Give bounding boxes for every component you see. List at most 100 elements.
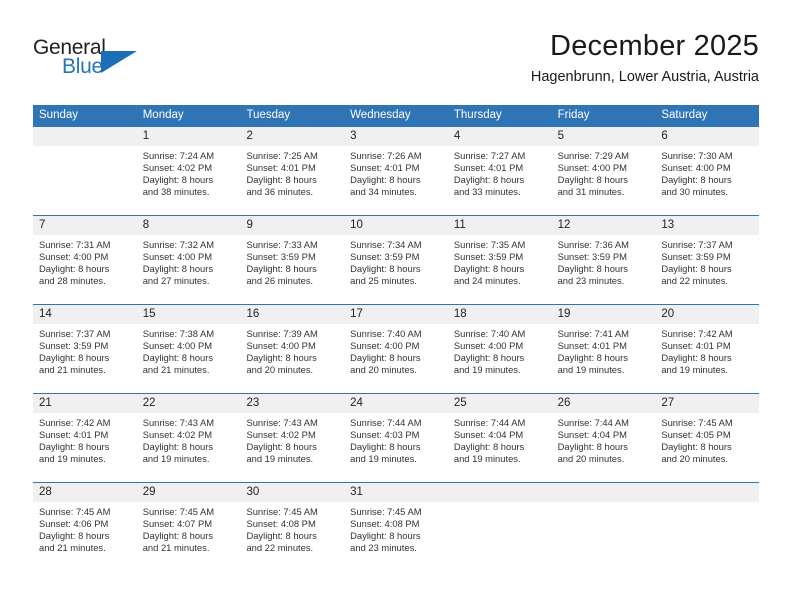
day-number: 25 bbox=[447, 394, 552, 413]
day-number bbox=[33, 127, 137, 146]
day-detail-line: and 19 minutes. bbox=[142, 452, 210, 464]
day-detail-line: Daylight: 8 hours bbox=[246, 529, 317, 541]
day-detail-line: Sunset: 4:03 PM bbox=[350, 428, 420, 440]
general-blue-logo[interactable]: General Blue bbox=[33, 36, 163, 86]
day-number: 14 bbox=[33, 305, 137, 324]
day-detail-line: and 19 minutes. bbox=[557, 363, 625, 375]
weekday-header-row: Sunday Monday Tuesday Wednesday Thursday Frid… bbox=[33, 105, 759, 126]
day-detail-line: and 20 minutes. bbox=[246, 363, 314, 375]
day-details: Sunrise: 7:36 AM Sunset: 3:59 PM Daylight:… bbox=[552, 235, 656, 287]
day-cell[interactable]: 11 Sunrise: 7:35 AM Sunset: 3:59 PM Dayligh… bbox=[447, 216, 552, 304]
day-detail-line: Sunset: 4:00 PM bbox=[453, 339, 524, 351]
day-cell[interactable]: 10 Sunrise: 7:34 AM Sunset: 3:59 PM Dayligh… bbox=[344, 216, 448, 304]
day-detail-line: and 36 minutes. bbox=[246, 185, 314, 197]
day-detail-line: and 28 minutes. bbox=[39, 274, 106, 286]
calendar-weeks: 1 Sunrise: 7:24 AM Sunset: 4:02 PM Daylight… bbox=[33, 126, 760, 571]
day-detail-line: Daylight: 8 hours bbox=[142, 529, 214, 541]
day-detail-line: Daylight: 8 hours bbox=[39, 529, 110, 541]
day-detail-line: Sunrise: 7:42 AM bbox=[661, 328, 733, 339]
day-details bbox=[33, 146, 137, 150]
day-detail-line: Sunrise: 7:29 AM bbox=[557, 150, 629, 161]
day-cell[interactable]: 26 Sunrise: 7:44 AM Sunset: 4:04 PM Dayligh… bbox=[551, 394, 656, 482]
day-number: 15 bbox=[136, 305, 241, 324]
day-detail-line: Sunrise: 7:45 AM bbox=[350, 506, 422, 517]
day-cell[interactable]: 6 Sunrise: 7:30 AM Sunset: 4:00 PM Daylight… bbox=[655, 127, 760, 215]
day-cell[interactable]: 25 Sunrise: 7:44 AM Sunset: 4:04 PM Dayligh… bbox=[447, 394, 552, 482]
day-detail-line: Daylight: 8 hours bbox=[453, 262, 525, 274]
day-detail-line: and 19 minutes. bbox=[39, 452, 106, 464]
day-cell[interactable]: 2 Sunrise: 7:25 AM Sunset: 4:01 PM Daylight… bbox=[240, 127, 345, 215]
day-detail-line: Sunset: 4:08 PM bbox=[350, 517, 420, 529]
day-cell[interactable]: 14 Sunrise: 7:37 AM Sunset: 3:59 PM Dayligh… bbox=[33, 305, 137, 393]
day-cell[interactable]: 22 Sunrise: 7:43 AM Sunset: 4:02 PM Dayligh… bbox=[136, 394, 241, 482]
day-cell[interactable]: 27 Sunrise: 7:45 AM Sunset: 4:05 PM Dayligh… bbox=[655, 394, 760, 482]
day-detail-line: Sunrise: 7:40 AM bbox=[453, 328, 526, 339]
day-number: 19 bbox=[551, 305, 656, 324]
day-cell-empty bbox=[447, 483, 552, 571]
day-cell[interactable]: 24 Sunrise: 7:44 AM Sunset: 4:03 PM Dayligh… bbox=[344, 394, 448, 482]
day-detail-line: Daylight: 8 hours bbox=[39, 351, 110, 363]
day-number: 5 bbox=[551, 127, 656, 146]
day-cell[interactable]: 1 Sunrise: 7:24 AM Sunset: 4:02 PM Daylight… bbox=[136, 127, 241, 215]
day-detail-line: Daylight: 8 hours bbox=[142, 173, 214, 185]
day-details bbox=[448, 502, 552, 506]
day-cell[interactable]: 16 Sunrise: 7:39 AM Sunset: 4:00 PM Dayligh… bbox=[240, 305, 345, 393]
day-cell[interactable]: 19 Sunrise: 7:41 AM Sunset: 4:01 PM Dayligh… bbox=[551, 305, 656, 393]
day-cell[interactable]: 13 Sunrise: 7:37 AM Sunset: 3:59 PM Dayligh… bbox=[655, 216, 760, 304]
day-details: Sunrise: 7:41 AM Sunset: 4:01 PM Daylight:… bbox=[552, 324, 656, 376]
day-detail-line: Daylight: 8 hours bbox=[661, 262, 732, 274]
day-detail-line: and 38 minutes. bbox=[142, 185, 210, 197]
day-detail-line: Sunset: 4:01 PM bbox=[350, 161, 420, 173]
day-cell[interactable]: 17 Sunrise: 7:40 AM Sunset: 4:00 PM Dayligh… bbox=[344, 305, 448, 393]
day-detail-line: Daylight: 8 hours bbox=[246, 440, 317, 452]
day-number: 27 bbox=[655, 394, 760, 413]
day-details: Sunrise: 7:39 AM Sunset: 4:00 PM Daylight:… bbox=[240, 324, 344, 376]
day-cell[interactable]: 5 Sunrise: 7:29 AM Sunset: 4:00 PM Daylight… bbox=[551, 127, 656, 215]
day-detail-line: Sunrise: 7:43 AM bbox=[246, 417, 318, 428]
day-details: Sunrise: 7:44 AM Sunset: 4:03 PM Daylight:… bbox=[344, 413, 448, 465]
week-cells: 28 Sunrise: 7:45 AM Sunset: 4:06 PM Dayligh… bbox=[33, 483, 760, 571]
day-detail-line: Sunset: 4:00 PM bbox=[246, 339, 316, 351]
day-detail-line: Sunrise: 7:35 AM bbox=[453, 239, 526, 250]
day-details: Sunrise: 7:45 AM Sunset: 4:08 PM Daylight:… bbox=[344, 502, 448, 554]
day-detail-line: Sunset: 3:59 PM bbox=[557, 250, 627, 262]
day-number: 3 bbox=[344, 127, 448, 146]
day-detail-line: Sunset: 4:01 PM bbox=[661, 339, 731, 351]
day-cell[interactable]: 4 Sunrise: 7:27 AM Sunset: 4:01 PM Daylight… bbox=[447, 127, 552, 215]
day-cell[interactable]: 31 Sunrise: 7:45 AM Sunset: 4:08 PM Dayligh… bbox=[344, 483, 448, 571]
day-detail-line: Sunrise: 7:34 AM bbox=[350, 239, 422, 250]
day-cell[interactable]: 30 Sunrise: 7:45 AM Sunset: 4:08 PM Dayligh… bbox=[240, 483, 345, 571]
day-cell[interactable]: 23 Sunrise: 7:43 AM Sunset: 4:02 PM Dayligh… bbox=[240, 394, 345, 482]
day-detail-line: Daylight: 8 hours bbox=[557, 262, 628, 274]
day-cell[interactable]: 18 Sunrise: 7:40 AM Sunset: 4:00 PM Dayligh… bbox=[447, 305, 552, 393]
day-cell[interactable]: 15 Sunrise: 7:38 AM Sunset: 4:00 PM Dayligh… bbox=[136, 305, 241, 393]
day-cell[interactable]: 9 Sunrise: 7:33 AM Sunset: 3:59 PM Daylight… bbox=[240, 216, 345, 304]
day-cell[interactable]: 28 Sunrise: 7:45 AM Sunset: 4:06 PM Dayligh… bbox=[33, 483, 137, 571]
day-details: Sunrise: 7:27 AM Sunset: 4:01 PM Daylight:… bbox=[448, 146, 552, 198]
day-detail-line: and 23 minutes. bbox=[350, 541, 417, 553]
day-cell[interactable]: 3 Sunrise: 7:26 AM Sunset: 4:01 PM Daylight… bbox=[344, 127, 448, 215]
day-detail-line: Sunrise: 7:33 AM bbox=[246, 239, 318, 250]
day-cell[interactable]: 12 Sunrise: 7:36 AM Sunset: 3:59 PM Dayligh… bbox=[551, 216, 656, 304]
day-details: Sunrise: 7:45 AM Sunset: 4:05 PM Daylight:… bbox=[655, 413, 759, 465]
day-details: Sunrise: 7:42 AM Sunset: 4:01 PM Daylight:… bbox=[33, 413, 137, 465]
day-detail-line: Daylight: 8 hours bbox=[350, 173, 421, 185]
day-number: 30 bbox=[240, 483, 345, 502]
day-cell[interactable]: 7 Sunrise: 7:31 AM Sunset: 4:00 PM Daylight… bbox=[33, 216, 137, 304]
day-detail-line: and 20 minutes. bbox=[557, 452, 625, 464]
day-detail-line: Daylight: 8 hours bbox=[661, 351, 732, 363]
day-detail-line: Sunrise: 7:39 AM bbox=[246, 328, 318, 339]
day-detail-line: Daylight: 8 hours bbox=[557, 440, 628, 452]
day-details: Sunrise: 7:29 AM Sunset: 4:00 PM Daylight:… bbox=[552, 146, 656, 198]
day-detail-line: Sunrise: 7:42 AM bbox=[39, 417, 111, 428]
day-cell[interactable]: 20 Sunrise: 7:42 AM Sunset: 4:01 PM Dayligh… bbox=[655, 305, 760, 393]
calendar-week-row: 1 Sunrise: 7:24 AM Sunset: 4:02 PM Daylight… bbox=[33, 126, 760, 215]
day-cell[interactable]: 8 Sunrise: 7:32 AM Sunset: 4:00 PM Daylight… bbox=[136, 216, 241, 304]
day-detail-line: Sunset: 3:59 PM bbox=[246, 250, 316, 262]
day-detail-line: Sunset: 4:06 PM bbox=[39, 517, 109, 529]
day-cell[interactable]: 29 Sunrise: 7:45 AM Sunset: 4:07 PM Dayligh… bbox=[136, 483, 241, 571]
day-number bbox=[551, 483, 656, 502]
day-cell[interactable]: 21 Sunrise: 7:42 AM Sunset: 4:01 PM Dayligh… bbox=[33, 394, 137, 482]
day-number: 10 bbox=[344, 216, 448, 235]
day-detail-line: Daylight: 8 hours bbox=[142, 262, 214, 274]
